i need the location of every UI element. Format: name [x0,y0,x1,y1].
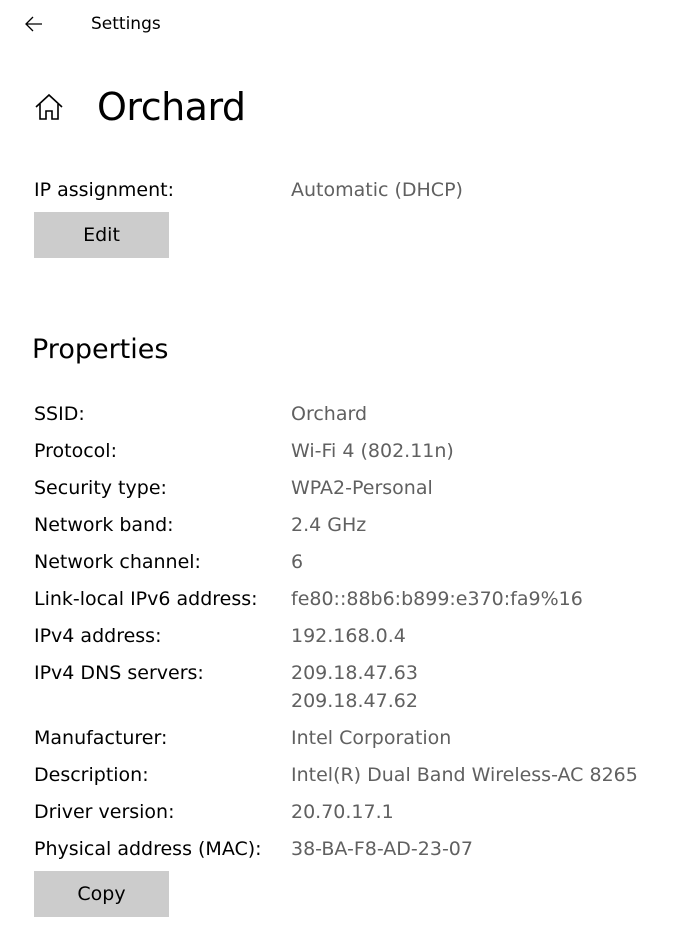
property-label: Description: [34,764,149,786]
property-value: Intel(R) Dual Band Wireless-AC 8265 [291,764,638,786]
property-value-secondary: 209.18.47.62 [291,690,418,712]
property-label: Protocol: [34,440,117,462]
copy-button[interactable]: Copy [34,871,169,917]
property-value: 20.70.17.1 [291,801,394,823]
property-value: fe80::88b6:b899:e370:fa9%16 [291,588,583,610]
ip-assignment-label: IP assignment: [34,179,175,201]
property-value: 209.18.47.63 [291,662,418,684]
property-label: Driver version: [34,801,175,823]
property-label: Manufacturer: [34,727,168,749]
title-bar: Settings [0,0,684,48]
property-value: 6 [291,551,304,573]
app-title: Settings [91,14,161,34]
back-arrow-icon [25,16,42,32]
property-label: Network channel: [34,551,201,573]
property-value: 2.4 GHz [291,514,367,536]
property-value: Intel Corporation [291,727,452,749]
property-label: Network band: [34,514,174,536]
properties-heading: Properties [32,334,169,365]
property-label: Security type: [34,477,167,499]
property-label: IPv4 address: [34,625,162,647]
ip-assignment-value: Automatic (DHCP) [291,179,463,201]
edit-button[interactable]: Edit [34,212,169,258]
property-value: Orchard [291,403,368,425]
back-button[interactable] [18,8,50,40]
property-label: Physical address (MAC): [34,838,262,860]
property-label: Link-local IPv6 address: [34,588,258,610]
home-icon[interactable] [34,92,64,122]
property-value: Wi-Fi 4 (802.11n) [291,440,454,462]
property-label: IPv4 DNS servers: [34,662,204,684]
property-label: SSID: [34,403,85,425]
page-title: Orchard [97,85,246,129]
property-value: WPA2-Personal [291,477,433,499]
property-value: 192.168.0.4 [291,625,406,647]
property-value: 38-BA-F8-AD-23-07 [291,838,473,860]
